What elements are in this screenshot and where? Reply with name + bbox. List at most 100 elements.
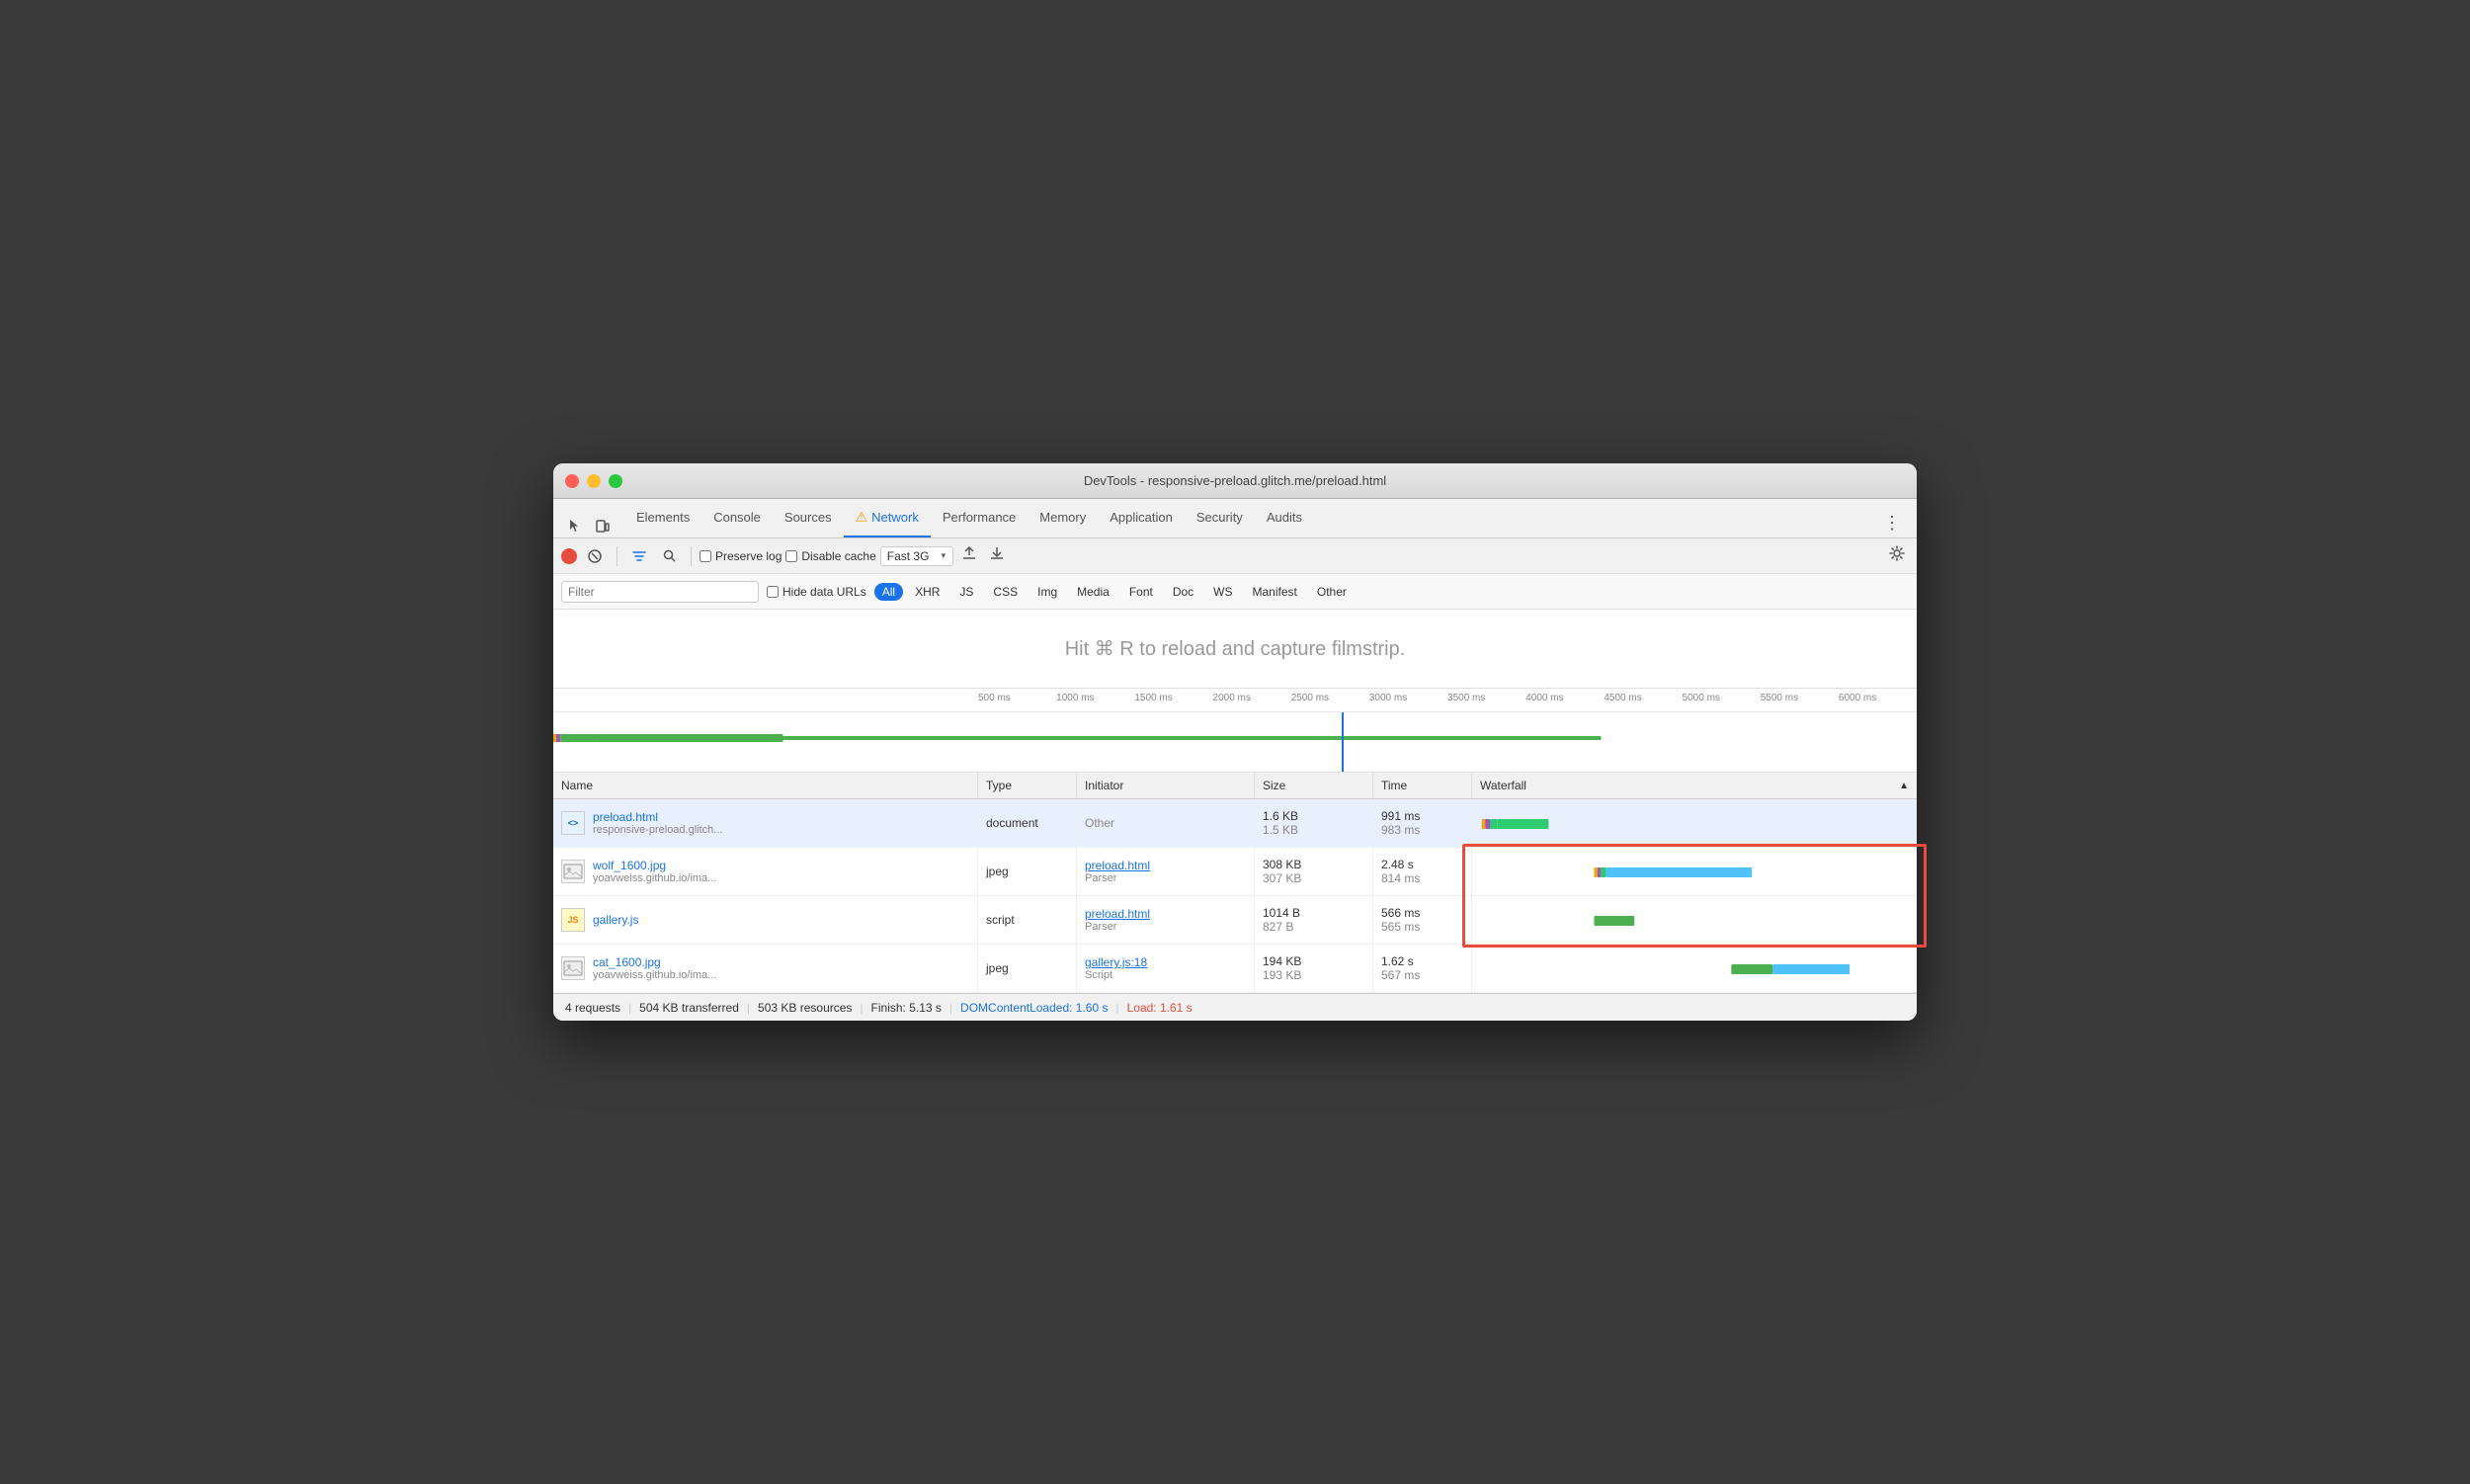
tab-sources[interactable]: Sources	[773, 498, 844, 537]
throttle-select[interactable]: Fast 3G Slow 3G Online Offline	[880, 546, 953, 566]
filename-1: wolf_1600.jpg	[593, 859, 716, 872]
td-waterfall-3	[1472, 945, 1917, 992]
throttle-wrapper: Fast 3G Slow 3G Online Offline	[880, 546, 953, 566]
td-type-3: jpeg	[978, 945, 1077, 992]
th-name[interactable]: Name	[553, 773, 978, 798]
ruler-label-0: 500 ms	[978, 693, 1056, 711]
domcontent-time: DOMContentLoaded: 1.60 s	[960, 1001, 1108, 1015]
table-row[interactable]: wolf_1600.jpg yoavweiss.github.io/ima...…	[553, 848, 1917, 896]
ruler-label-2: 1500 ms	[1134, 693, 1212, 711]
search-button[interactable]	[657, 546, 683, 566]
tab-elements[interactable]: Elements	[624, 498, 701, 537]
hide-data-urls-label[interactable]: Hide data URLs	[767, 585, 866, 599]
devtools-panel: Elements Console Sources ⚠ Network Perfo…	[553, 499, 1917, 1021]
initiator-link-1[interactable]: preload.html	[1085, 859, 1246, 872]
td-initiator-0: Other	[1077, 799, 1255, 847]
tab-audits[interactable]: Audits	[1255, 498, 1314, 537]
filter-tag-js[interactable]: JS	[951, 583, 981, 601]
preserve-log-label[interactable]: Preserve log	[700, 549, 782, 563]
timeline-ruler: 500 ms 1000 ms 1500 ms 2000 ms 2500 ms 3…	[553, 689, 1917, 712]
file-icon-img-3	[561, 956, 585, 980]
title-bar: DevTools - responsive-preload.glitch.me/…	[553, 463, 1917, 499]
resources-size: 503 KB resources	[758, 1001, 852, 1015]
requests-count: 4 requests	[565, 1001, 620, 1015]
filter-tag-all[interactable]: All	[874, 583, 903, 601]
table-row[interactable]: <> preload.html responsive-preload.glitc…	[553, 799, 1917, 848]
table-header: Name Type Initiator Size Time Waterfall …	[553, 773, 1917, 799]
td-size-3: 194 KB 193 KB	[1255, 945, 1373, 992]
transferred-size: 504 KB transferred	[639, 1001, 739, 1015]
table-row[interactable]: JS gallery.js script preload.html Parser…	[553, 896, 1917, 945]
td-time-3: 1.62 s 567 ms	[1373, 945, 1472, 992]
import-button[interactable]	[957, 543, 981, 568]
tab-bar-right: ⋮	[1875, 509, 1909, 537]
filename-2: gallery.js	[593, 913, 638, 927]
settings-button[interactable]	[1885, 543, 1909, 568]
export-button[interactable]	[985, 543, 1009, 568]
waterfall-svg-2	[1480, 902, 1909, 938]
filter-tag-font[interactable]: Font	[1121, 583, 1161, 601]
minimize-button[interactable]	[587, 474, 601, 488]
filter-tag-other[interactable]: Other	[1309, 583, 1355, 601]
clear-button[interactable]	[581, 545, 609, 567]
td-waterfall-2	[1472, 896, 1917, 944]
ruler-label-3: 2000 ms	[1213, 693, 1291, 711]
filter-tag-css[interactable]: CSS	[985, 583, 1026, 601]
timeline-bars	[553, 712, 1917, 772]
network-toolbar: Preserve log Disable cache Fast 3G Slow …	[553, 538, 1917, 574]
window-title: DevTools - responsive-preload.glitch.me/…	[1084, 473, 1386, 488]
td-name-3: cat_1600.jpg yoavweiss.github.io/ima...	[553, 945, 978, 992]
tab-bar: Elements Console Sources ⚠ Network Perfo…	[553, 499, 1917, 538]
fileurl-3: yoavweiss.github.io/ima...	[593, 969, 716, 981]
filter-tag-manifest[interactable]: Manifest	[1245, 583, 1305, 601]
file-icon-html: <>	[561, 811, 585, 835]
initiator-link-3[interactable]: gallery.js:18	[1085, 955, 1246, 969]
filter-tag-ws[interactable]: WS	[1205, 583, 1240, 601]
disable-cache-label[interactable]: Disable cache	[785, 549, 875, 563]
hide-data-urls-checkbox[interactable]	[767, 586, 779, 598]
cursor-icon[interactable]	[561, 514, 589, 537]
th-initiator[interactable]: Initiator	[1077, 773, 1255, 798]
td-type-1: jpeg	[978, 848, 1077, 895]
initiator-link-2[interactable]: preload.html	[1085, 907, 1246, 921]
filter-icon-button[interactable]	[625, 545, 653, 567]
filter-input[interactable]	[561, 581, 759, 603]
td-name-2: JS gallery.js	[553, 896, 978, 944]
load-time: Load: 1.61 s	[1127, 1001, 1193, 1015]
more-tabs-button[interactable]: ⋮	[1875, 509, 1909, 537]
timeline-svg	[553, 712, 1917, 772]
tab-memory[interactable]: Memory	[1028, 498, 1098, 537]
file-icon-js: JS	[561, 908, 585, 932]
tab-application[interactable]: Application	[1098, 498, 1185, 537]
device-icon[interactable]	[589, 514, 617, 537]
th-size[interactable]: Size	[1255, 773, 1373, 798]
waterfall-svg-0	[1480, 805, 1909, 841]
filter-tag-img[interactable]: Img	[1029, 583, 1065, 601]
separator-4: |	[949, 1001, 952, 1015]
disable-cache-checkbox[interactable]	[785, 550, 797, 562]
status-bar: 4 requests | 504 KB transferred | 503 KB…	[553, 993, 1917, 1021]
table-row[interactable]: cat_1600.jpg yoavweiss.github.io/ima... …	[553, 945, 1917, 993]
filter-tag-xhr[interactable]: XHR	[907, 583, 947, 601]
record-button[interactable]	[561, 548, 577, 564]
maximize-button[interactable]	[609, 474, 622, 488]
tab-bar-left-icons	[561, 514, 617, 537]
tab-security[interactable]: Security	[1185, 498, 1255, 537]
ruler-label-11: 6000 ms	[1839, 693, 1917, 711]
tab-console[interactable]: Console	[701, 498, 773, 537]
close-button[interactable]	[565, 474, 579, 488]
th-time[interactable]: Time	[1373, 773, 1472, 798]
td-initiator-2: preload.html Parser	[1077, 896, 1255, 944]
tab-performance[interactable]: Performance	[931, 498, 1028, 537]
ruler-label-10: 5500 ms	[1761, 693, 1839, 711]
td-type-0: document	[978, 799, 1077, 847]
th-type[interactable]: Type	[978, 773, 1077, 798]
td-name-1: wolf_1600.jpg yoavweiss.github.io/ima...	[553, 848, 978, 895]
preserve-log-checkbox[interactable]	[700, 550, 711, 562]
tab-network[interactable]: ⚠ Network	[844, 498, 931, 537]
waterfall-svg-1	[1480, 854, 1909, 889]
th-waterfall[interactable]: Waterfall ▲	[1472, 773, 1917, 798]
filter-tag-doc[interactable]: Doc	[1165, 583, 1201, 601]
network-table[interactable]: Name Type Initiator Size Time Waterfall …	[553, 773, 1917, 993]
filter-tag-media[interactable]: Media	[1069, 583, 1117, 601]
